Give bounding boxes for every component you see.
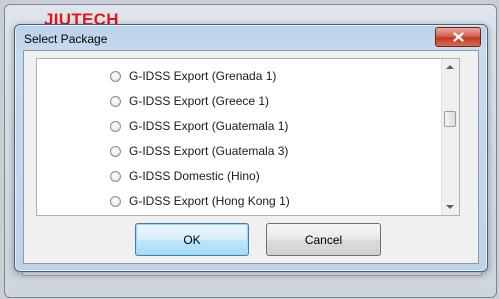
radio-button[interactable] (110, 145, 121, 157)
list-item[interactable]: G-IDSS Export (Hong Kong 1) (110, 191, 290, 211)
package-list[interactable]: G-IDSS Export (Grenada 1) G-IDSS Export … (36, 58, 460, 216)
radio-button[interactable] (110, 120, 121, 132)
select-package-dialog: Select Package G-IDSS Export (Grenada 1)… (14, 24, 488, 272)
list-item[interactable]: G-IDSS Export (Greece 1) (110, 91, 269, 111)
scrollbar-thumb[interactable] (444, 111, 456, 127)
dialog-content: G-IDSS Export (Grenada 1) G-IDSS Export … (23, 50, 479, 264)
close-icon (452, 32, 464, 42)
list-item-label: G-IDSS Export (Hong Kong 1) (129, 194, 290, 208)
radio-button[interactable] (110, 195, 121, 207)
list-item-label: G-IDSS Export (Guatemala 1) (129, 119, 289, 133)
dialog-title: Select Package (24, 32, 108, 46)
radio-button[interactable] (110, 70, 121, 82)
cancel-button[interactable]: Cancel (266, 223, 381, 256)
radio-button[interactable] (110, 170, 121, 182)
list-item-label: G-IDSS Domestic (Hino) (129, 169, 260, 183)
list-item-label: G-IDSS Export (Grenada 1) (129, 69, 277, 83)
list-item-label: G-IDSS Export (Greece 1) (129, 94, 270, 108)
scroll-down-arrow-icon[interactable] (446, 205, 454, 209)
list-item[interactable]: G-IDSS Domestic (Hino) (110, 166, 260, 186)
list-item-label: G-IDSS Export (Guatemala 3) (129, 144, 289, 158)
vertical-scrollbar[interactable] (441, 59, 459, 215)
list-item[interactable]: G-IDSS Export (Guatemala 1) (110, 116, 288, 136)
close-button[interactable] (435, 27, 481, 47)
radio-button[interactable] (110, 95, 121, 107)
scroll-up-arrow-icon[interactable] (446, 65, 454, 69)
list-item[interactable]: G-IDSS Export (Guatemala 3) (110, 141, 288, 161)
list-item[interactable]: G-IDSS Export (Grenada 1) (110, 66, 276, 86)
ok-button[interactable]: OK (135, 223, 249, 256)
